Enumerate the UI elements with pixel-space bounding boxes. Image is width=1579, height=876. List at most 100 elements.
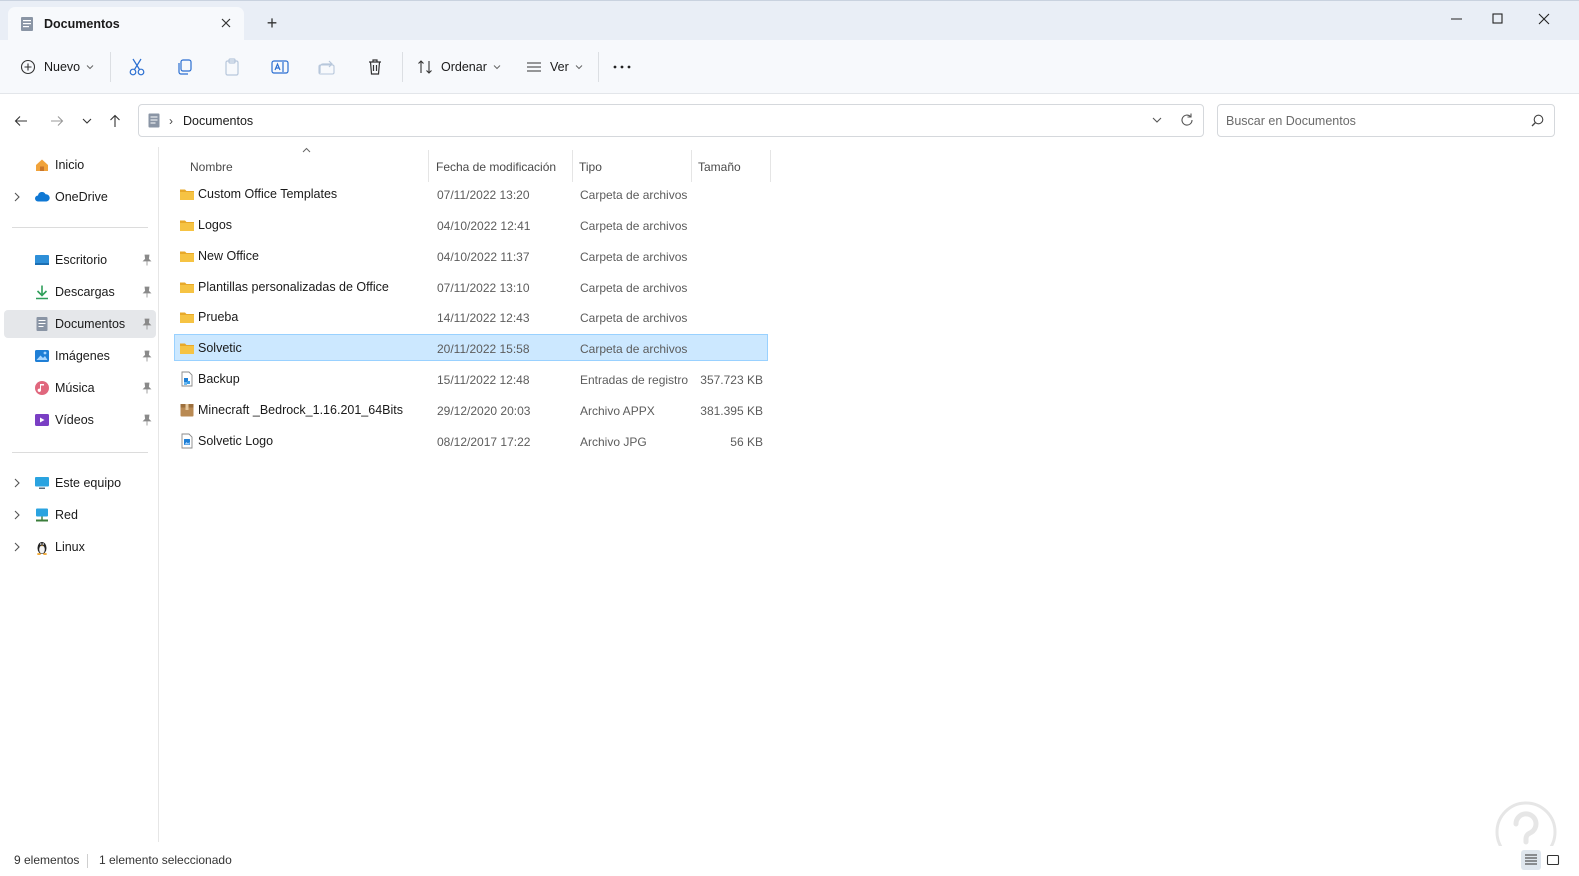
sidebar-divider [12,227,148,228]
refresh-icon[interactable] [1179,112,1195,128]
file-row[interactable]: New Office 04/10/2022 11:37 Carpeta de a… [174,242,768,269]
home-icon [36,159,48,171]
sidebar-item-linux[interactable]: Linux [4,533,156,561]
file-date: 15/11/2022 12:48 [437,373,530,387]
file-row[interactable]: Solvetic Logo 08/12/2017 17:22 Archivo J… [174,427,768,454]
folder-icon [180,220,194,231]
column-header-size[interactable]: Tamaño [698,152,741,182]
document-folder-icon [148,113,160,128]
file-name: Solvetic Logo [198,434,274,448]
expand-chevron-icon[interactable] [12,477,22,489]
column-divider[interactable] [691,150,692,182]
sidebar-item-escritorio[interactable]: Escritorio [4,246,156,274]
up-arrow-icon[interactable] [106,112,124,130]
share-icon[interactable] [316,56,338,78]
sidebar-item-label: Música [55,381,95,395]
search-icon[interactable] [1531,114,1544,127]
tab-title: Documentos [44,17,120,31]
image-file-icon [181,433,193,449]
file-date: 20/11/2022 15:58 [437,342,530,356]
file-name: Logos [198,218,233,232]
registry-file-icon [181,371,193,387]
file-name: Backup [198,372,240,386]
pin-icon[interactable] [142,350,152,362]
file-row[interactable]: Custom Office Templates 07/11/2022 13:20… [174,180,768,207]
file-row[interactable]: Logos 04/10/2022 12:41 Carpeta de archiv… [174,211,768,238]
expand-chevron-icon[interactable] [12,509,22,521]
details-view-button[interactable] [1521,850,1541,870]
sort-icon [418,60,432,74]
folder-icon [180,282,194,293]
expand-chevron-icon[interactable] [12,541,22,553]
pin-icon[interactable] [142,414,152,426]
toolbar-divider [110,52,111,82]
sort-button[interactable]: Ordenar [417,56,501,78]
copy-icon[interactable] [173,56,195,78]
sidebar-item-musica[interactable]: Música [4,374,156,402]
pin-icon[interactable] [142,254,152,266]
close-window-icon[interactable] [1532,9,1556,29]
file-date: 04/10/2022 12:41 [437,219,531,233]
sidebar-item-red[interactable]: Red [4,501,156,529]
chevron-down-icon [575,65,583,70]
column-header-type[interactable]: Tipo [579,152,602,182]
tab-documentos[interactable]: Documentos [8,7,244,41]
sidebar-item-este-equipo[interactable]: Este equipo [4,469,156,497]
sidebar-item-imagenes[interactable]: Imágenes [4,342,156,370]
sidebar-item-label: OneDrive [55,190,108,204]
sort-ascending-icon [302,147,311,153]
pin-icon[interactable] [142,382,152,394]
file-type: Carpeta de archivos [580,250,688,264]
back-arrow-icon[interactable] [12,112,30,130]
delete-icon[interactable] [364,56,386,78]
new-tab-button[interactable]: + [262,14,282,34]
forward-arrow-icon[interactable] [48,112,66,130]
view-button[interactable]: Ver [526,56,583,78]
recent-locations-chevron-icon[interactable] [78,112,96,130]
rename-icon[interactable] [269,56,291,78]
navigation-pane: Inicio OneDrive Escritorio Descargas Doc… [0,147,159,842]
pin-icon[interactable] [142,318,152,330]
pin-icon[interactable] [142,286,152,298]
sidebar-item-descargas[interactable]: Descargas [4,278,156,306]
sidebar-item-label: Este equipo [55,476,122,490]
music-icon [35,381,49,395]
file-row[interactable]: Plantillas personalizadas de Office 07/1… [174,273,768,300]
column-divider[interactable] [572,150,573,182]
paste-icon[interactable] [221,56,243,78]
status-bar: 9 elementos 1 elemento seleccionado [0,846,1579,876]
more-options-icon[interactable] [611,56,633,78]
expand-chevron-icon[interactable] [12,191,22,203]
file-type: Carpeta de archivos [580,219,688,233]
file-row-selected[interactable]: Solvetic 20/11/2022 15:58 Carpeta de arc… [174,334,768,361]
sort-button-label: Ordenar [441,60,487,74]
file-row[interactable]: Minecraft _Bedrock_1.16.201_64Bits 29/12… [174,396,768,423]
search-input[interactable] [1226,112,1516,130]
sidebar-item-videos[interactable]: Vídeos [4,406,156,434]
document-icon [36,317,48,331]
sidebar-item-onedrive[interactable]: OneDrive [4,183,156,211]
network-icon [36,508,48,522]
sidebar-divider [12,452,148,453]
close-tab-icon[interactable] [218,15,234,31]
maximize-icon[interactable] [1486,9,1510,29]
new-button[interactable]: Nuevo [20,56,94,78]
column-header-date[interactable]: Fecha de modificación [436,152,556,182]
column-divider[interactable] [428,150,429,182]
column-divider[interactable] [770,150,771,182]
file-row[interactable]: Prueba 14/11/2022 12:43 Carpeta de archi… [174,303,768,330]
file-type: Carpeta de archivos [580,188,688,202]
image-icon [35,350,49,362]
sidebar-item-documentos[interactable]: Documentos [4,310,156,338]
tiles-view-button[interactable] [1543,850,1563,870]
file-row[interactable]: Backup 15/11/2022 12:48 Entradas de regi… [174,365,768,392]
address-dropdown-icon[interactable] [1151,114,1163,126]
cut-icon[interactable] [126,56,148,78]
column-header-name[interactable]: Nombre [190,152,233,182]
address-bar[interactable]: › Documentos [138,104,1204,137]
chevron-down-icon [86,65,94,70]
breadcrumb-documentos[interactable]: Documentos [183,114,253,128]
sidebar-item-inicio[interactable]: Inicio [4,151,156,179]
minimize-icon[interactable] [1445,9,1469,29]
file-date: 08/12/2017 17:22 [437,435,531,449]
